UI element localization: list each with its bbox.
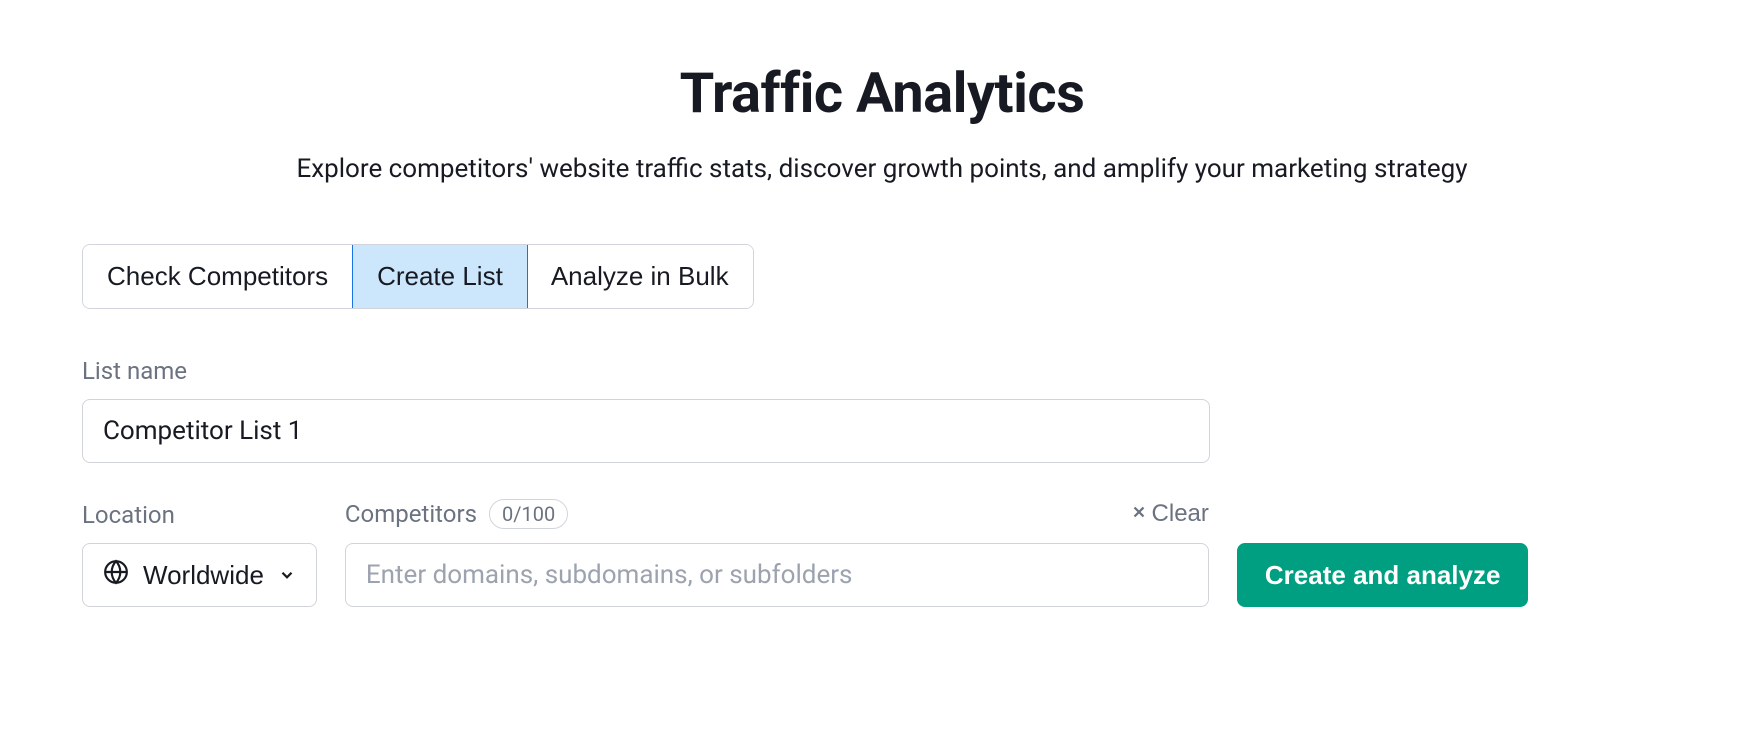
page-title: Traffic Analytics <box>82 60 1682 126</box>
location-section: Location Worldwide <box>82 501 317 607</box>
clear-label: Clear <box>1152 500 1209 528</box>
list-name-input[interactable] <box>82 399 1210 463</box>
tab-create-list[interactable]: Create List <box>352 244 528 309</box>
tab-group: Check Competitors Create List Analyze in… <box>82 244 754 309</box>
chevron-down-icon <box>278 560 296 591</box>
list-name-label: List name <box>82 357 1682 385</box>
competitors-input[interactable] <box>345 543 1209 607</box>
location-label: Location <box>82 501 317 529</box>
list-name-section: List name <box>82 357 1682 463</box>
page-subtitle: Explore competitors' website traffic sta… <box>82 154 1682 184</box>
location-select[interactable]: Worldwide <box>82 543 317 607</box>
close-icon <box>1130 500 1148 528</box>
tab-check-competitors[interactable]: Check Competitors <box>83 245 353 308</box>
bottom-row: Location Worldwide <box>82 499 1682 607</box>
create-and-analyze-button[interactable]: Create and analyze <box>1237 543 1529 607</box>
competitors-label: Competitors <box>345 500 477 528</box>
location-value: Worldwide <box>143 560 264 591</box>
competitors-count-badge: 0/100 <box>489 499 568 529</box>
tab-analyze-in-bulk[interactable]: Analyze in Bulk <box>527 245 753 308</box>
competitors-section: Competitors 0/100 Clear <box>345 499 1209 607</box>
globe-icon <box>103 559 129 592</box>
clear-button[interactable]: Clear <box>1130 500 1209 528</box>
